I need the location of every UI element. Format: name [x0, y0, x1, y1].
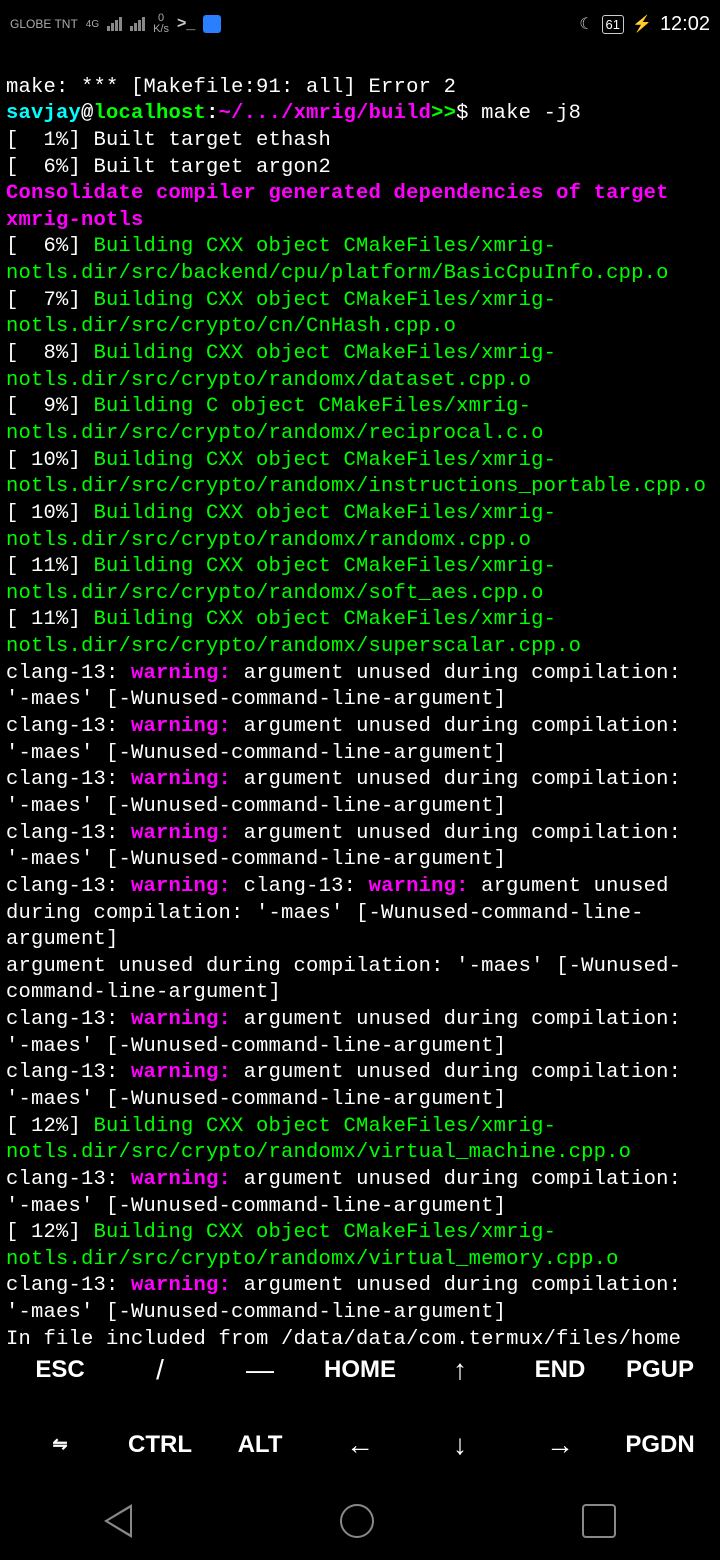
pct-8: [ 8%] — [6, 342, 94, 365]
android-nav-bar — [0, 1482, 720, 1560]
clang-3: clang-13: — [6, 768, 131, 791]
prompt-colon: : — [206, 102, 219, 125]
warn-9: warning: — [131, 1274, 244, 1297]
prompt-cwd: ~/.../xmrig/build — [219, 102, 432, 125]
warn-3: warning: — [131, 768, 244, 791]
signal-icon-2 — [130, 17, 145, 31]
clang-6: clang-13: — [6, 1008, 131, 1031]
clang-9: clang-13: — [6, 1274, 131, 1297]
terminal-output[interactable]: make: *** [Makefile:91: all] Error 2 sav… — [0, 48, 720, 1353]
termux-icon: >_ — [177, 15, 195, 33]
pct-10a: [ 10%] — [6, 449, 94, 472]
warn-1: warning: — [131, 662, 244, 685]
nav-home-button[interactable] — [340, 1504, 374, 1538]
android-status-bar: GLOBE TNT 4G 0K/s >_ ☾ 61 ⚡ 12:02 — [0, 0, 720, 48]
key-home[interactable]: HOME — [310, 1356, 410, 1384]
clang-2: clang-13: — [6, 715, 131, 738]
key-end[interactable]: END — [510, 1356, 610, 1384]
carrier-label: GLOBE TNT — [10, 18, 78, 30]
build-12a: Building CXX object CMakeFiles/xmrig-not… — [6, 1115, 631, 1165]
key-row-1: ESC / — HOME ↑ END PGUP — [0, 1332, 720, 1407]
prompt-user: savjay — [6, 102, 81, 125]
orphan-warn: argument unused during compilation: '-ma… — [6, 955, 681, 1005]
build-12b: Building CXX object CMakeFiles/xmrig-not… — [6, 1221, 619, 1271]
key-slash[interactable]: / — [110, 1354, 210, 1386]
clang-4: clang-13: — [6, 822, 131, 845]
key-row-2: ⇋ CTRL ALT ← ↓ → PGDN — [0, 1407, 720, 1482]
key-dash[interactable]: — — [210, 1354, 310, 1386]
key-down[interactable]: ↓ — [410, 1429, 510, 1461]
warn-2: warning: — [131, 715, 244, 738]
app-icon — [203, 15, 221, 33]
key-up[interactable]: ↑ — [410, 1354, 510, 1386]
nav-back-button[interactable] — [104, 1504, 132, 1538]
battery-indicator: 61 — [602, 15, 624, 34]
pct-12b: [ 12%] — [6, 1221, 94, 1244]
pct-9: [ 9%] — [6, 395, 94, 418]
key-pgup[interactable]: PGUP — [610, 1356, 710, 1384]
key-right[interactable]: → — [510, 1429, 610, 1461]
pct-11b: [ 11%] — [6, 608, 94, 631]
key-esc[interactable]: ESC — [10, 1356, 110, 1384]
clang-5b: clang-13: — [244, 875, 369, 898]
signal-icon — [107, 17, 122, 31]
clang-1: clang-13: — [6, 662, 131, 685]
key-left[interactable]: ← — [310, 1429, 410, 1461]
network-type: 4G — [86, 19, 99, 30]
warn-4: warning: — [131, 822, 244, 845]
pct-7: [ 7%] — [6, 289, 94, 312]
charging-icon: ⚡ — [632, 14, 652, 34]
build-10a: Building CXX object CMakeFiles/xmrig-not… — [6, 449, 706, 499]
pct-12a: [ 12%] — [6, 1115, 94, 1138]
status-right: ☾ 61 ⚡ 12:02 — [579, 13, 710, 36]
built-argon2: [ 6%] Built target argon2 — [6, 156, 331, 179]
clang-7: clang-13: — [6, 1061, 131, 1084]
warn-7: warning: — [131, 1061, 244, 1084]
make-error: make: *** [Makefile:91: all] Error 2 — [6, 76, 456, 99]
dnd-icon: ☾ — [579, 14, 593, 34]
pct-10b: [ 10%] — [6, 502, 94, 525]
clock: 12:02 — [660, 13, 710, 36]
termux-extra-keys: ESC / — HOME ↑ END PGUP ⇋ CTRL ALT ← ↓ →… — [0, 1332, 720, 1482]
built-ethash: [ 1%] Built target ethash — [6, 129, 331, 152]
key-tab[interactable]: ⇋ — [10, 1434, 110, 1455]
nav-recent-button[interactable] — [582, 1504, 616, 1538]
consolidate-msg: Consolidate compiler generated dependenc… — [6, 182, 681, 232]
warn-6: warning: — [131, 1008, 244, 1031]
pct-6: [ 6%] — [6, 235, 94, 258]
warn-8: warning: — [131, 1168, 244, 1191]
warn-5b: warning: — [369, 875, 482, 898]
prompt-at: @ — [81, 102, 94, 125]
command-input: make -j8 — [481, 102, 581, 125]
key-alt[interactable]: ALT — [210, 1431, 310, 1459]
key-ctrl[interactable]: CTRL — [110, 1431, 210, 1459]
prompt-dollar: $ — [456, 102, 481, 125]
warn-5a: warning: — [131, 875, 244, 898]
clang-5a: clang-13: — [6, 875, 131, 898]
build-6: Building CXX object CMakeFiles/xmrig-not… — [6, 235, 669, 285]
prompt-host: localhost — [94, 102, 207, 125]
key-pgdn[interactable]: PGDN — [610, 1431, 710, 1459]
status-left: GLOBE TNT 4G 0K/s >_ — [10, 13, 221, 35]
pct-11a: [ 11%] — [6, 555, 94, 578]
net-speed: 0K/s — [153, 13, 169, 35]
clang-8: clang-13: — [6, 1168, 131, 1191]
prompt-arrows: >> — [431, 102, 456, 125]
